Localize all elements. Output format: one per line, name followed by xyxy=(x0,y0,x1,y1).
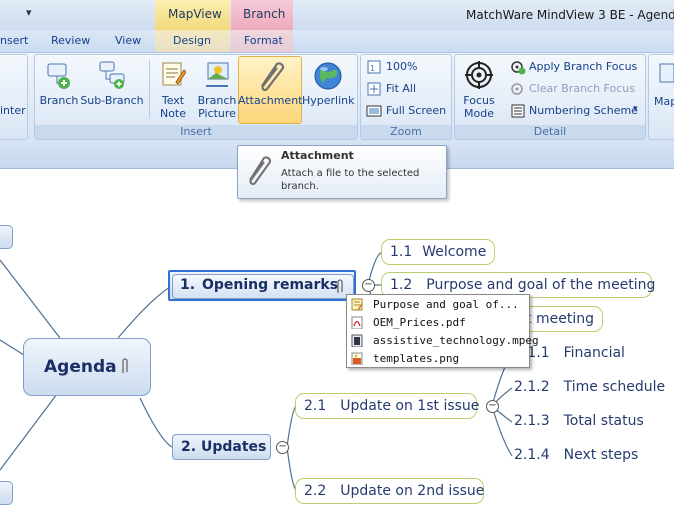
image-icon xyxy=(351,352,363,365)
subbranch-partial-label: st meeting xyxy=(518,311,594,327)
paperclip-icon xyxy=(122,358,128,373)
branch-opening-remarks-label: Opening remarks xyxy=(202,277,339,293)
popup-item-text-note[interactable]: Purpose and goal of... xyxy=(350,296,526,313)
subtopic-next-steps-label: Next steps xyxy=(563,447,639,463)
subbranch-update-1st-number: 2.1 xyxy=(304,398,327,414)
paperclip-icon[interactable] xyxy=(335,278,345,296)
subtopic-total-status-label: Total status xyxy=(563,413,644,429)
subtopic-time-schedule-label: Time schedule xyxy=(563,379,666,395)
subtopic-total-status-number: 2.1.3 xyxy=(514,413,550,429)
paperclip-icon xyxy=(249,156,272,185)
subbranch-purpose-label: Purpose and goal of the meeting xyxy=(426,277,656,293)
subbranch-update-1st-label: Update on 1st issue xyxy=(340,398,480,414)
branch-updates-number: 2. xyxy=(181,439,197,455)
subtopic-financial-label: Financial xyxy=(563,345,625,361)
subtopic-time-schedule[interactable]: 2.1.2 Time schedule xyxy=(514,379,665,395)
collapse-toggle-branch2[interactable]: − xyxy=(276,441,289,454)
subbranch-update-1st[interactable]: 2.1 Update on 1st issue xyxy=(295,393,480,419)
central-topic[interactable]: Agenda xyxy=(23,338,151,396)
popup-item-png[interactable]: templates.png xyxy=(350,350,526,367)
subbranch-purpose-number: 1.2 xyxy=(390,277,413,293)
collapse-toggle-2-1[interactable]: − xyxy=(486,400,499,413)
subbranch-welcome-number: 1.1 xyxy=(390,244,413,260)
clipped-node-top-left[interactable] xyxy=(0,225,13,249)
branch-updates-label: Updates xyxy=(201,439,267,455)
popup-item-text-note-label: Purpose and goal of... xyxy=(373,298,519,311)
popup-item-mpeg[interactable]: assistive_technology.mpeg xyxy=(350,332,539,349)
subtopic-total-status[interactable]: 2.1.3 Total status xyxy=(514,413,644,429)
subbranch-update-2nd-label: Update on 2nd issue xyxy=(340,483,485,499)
pdf-icon xyxy=(351,316,363,329)
branch-opening-remarks-number: 1. xyxy=(180,277,196,293)
popup-item-pdf[interactable]: OEM_Prices.pdf xyxy=(350,314,526,331)
video-icon xyxy=(351,334,363,347)
tooltip-description: Attach a file to the selected branch. xyxy=(281,168,420,192)
popup-item-png-label: templates.png xyxy=(373,352,460,365)
subtopic-next-steps-number: 2.1.4 xyxy=(514,447,550,463)
subtopic-time-schedule-number: 2.1.2 xyxy=(514,379,550,395)
tooltip-title: Attachment xyxy=(281,149,354,162)
branch-updates[interactable]: 2. Updates xyxy=(172,434,271,460)
central-topic-label: Agenda xyxy=(44,357,117,377)
subbranch-welcome-label: Welcome xyxy=(422,244,487,260)
branch-opening-remarks[interactable]: 1. Opening remarks xyxy=(168,270,356,301)
collapse-toggle-branch1[interactable]: − xyxy=(362,279,375,292)
subbranch-welcome[interactable]: 1.1 Welcome xyxy=(381,239,496,265)
subbranch-update-2nd[interactable]: 2.2 Update on 2nd issue xyxy=(295,478,484,504)
popup-item-pdf-label: OEM_Prices.pdf xyxy=(373,316,466,329)
note-icon xyxy=(351,298,363,311)
popup-item-mpeg-label: assistive_technology.mpeg xyxy=(373,334,539,347)
clipped-node-bottom-left[interactable] xyxy=(0,481,13,505)
subtopic-next-steps[interactable]: 2.1.4 Next steps xyxy=(514,447,638,463)
subbranch-update-2nd-number: 2.2 xyxy=(304,483,327,499)
attachment-popup-menu: Purpose and goal of... OEM_Prices.pdf as… xyxy=(346,294,539,368)
